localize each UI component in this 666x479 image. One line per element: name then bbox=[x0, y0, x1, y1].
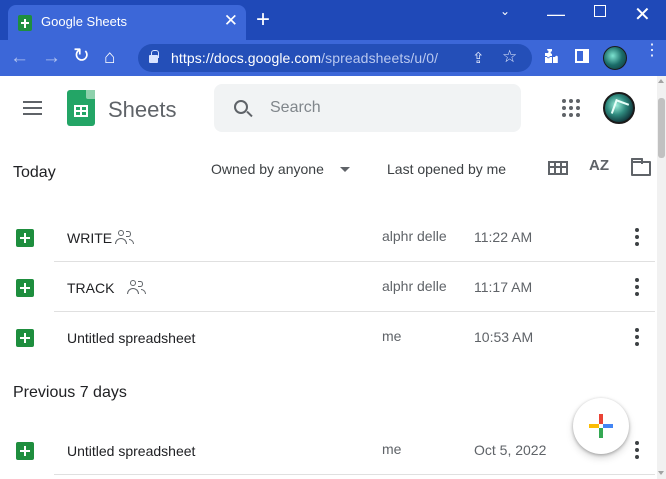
sheets-favicon-icon bbox=[18, 15, 32, 31]
file-row[interactable]: WRITE alphr delle 11:22 AM bbox=[0, 212, 655, 262]
more-options-icon[interactable] bbox=[635, 228, 639, 246]
file-row[interactable]: Untitled spreadsheet me Oct 5, 2022 bbox=[0, 425, 655, 475]
lock-icon[interactable] bbox=[148, 50, 159, 64]
search-icon[interactable] bbox=[234, 100, 248, 114]
home-icon[interactable]: ⌂ bbox=[104, 48, 115, 67]
file-name[interactable]: Untitled spreadsheet bbox=[67, 443, 195, 459]
minimize-button[interactable]: — bbox=[547, 4, 565, 25]
file-time: 11:22 AM bbox=[474, 229, 533, 245]
main-menu-icon[interactable] bbox=[23, 101, 42, 115]
maximize-button[interactable] bbox=[594, 5, 606, 17]
file-time: 11:17 AM bbox=[474, 279, 533, 295]
side-panel-icon[interactable] bbox=[575, 49, 589, 63]
reload-icon[interactable]: ↻ bbox=[73, 46, 90, 66]
browser-profile-avatar[interactable] bbox=[603, 46, 627, 70]
share-icon[interactable]: ⇪ bbox=[472, 49, 485, 67]
grid-view-icon[interactable] bbox=[548, 161, 568, 175]
file-owner: alphr delle bbox=[382, 228, 447, 244]
owner-filter-dropdown[interactable]: Owned by anyone bbox=[211, 161, 324, 177]
more-options-icon[interactable] bbox=[635, 328, 639, 346]
file-name[interactable]: TRACK bbox=[67, 280, 114, 296]
file-name[interactable]: Untitled spreadsheet bbox=[67, 330, 195, 346]
file-time: 10:53 AM bbox=[474, 329, 534, 345]
file-owner: me bbox=[382, 328, 402, 344]
sort-dropdown[interactable]: Last opened by me bbox=[387, 161, 506, 177]
bookmark-star-icon[interactable]: ☆ bbox=[502, 47, 517, 67]
browser-titlebar: Google Sheets ✕ + ⌄ — ✕ bbox=[0, 0, 666, 40]
google-apps-icon[interactable] bbox=[562, 99, 580, 117]
sort-az-icon[interactable]: AZ bbox=[589, 157, 609, 174]
file-time: Oct 5, 2022 bbox=[474, 442, 547, 458]
back-arrow-icon[interactable]: ← bbox=[10, 48, 29, 67]
scroll-down-arrow-icon[interactable] bbox=[658, 471, 664, 475]
tab-close-icon[interactable]: ✕ bbox=[224, 11, 238, 31]
account-avatar[interactable] bbox=[603, 92, 635, 124]
spreadsheet-icon bbox=[16, 229, 34, 247]
spreadsheet-icon bbox=[16, 329, 34, 347]
url-text[interactable]: https://docs.google.com/spreadsheets/u/0… bbox=[171, 50, 438, 66]
chrome-menu-icon[interactable]: ⋮ bbox=[644, 43, 660, 59]
url-path: /spreadsheets/u/0/ bbox=[321, 50, 439, 66]
app-header: Sheets bbox=[0, 76, 666, 144]
plus-icon bbox=[599, 414, 603, 424]
file-name[interactable]: WRITE bbox=[67, 230, 112, 246]
file-row[interactable]: Untitled spreadsheet me 10:53 AM bbox=[0, 312, 655, 362]
new-spreadsheet-button[interactable] bbox=[573, 398, 629, 454]
row-divider bbox=[54, 474, 655, 475]
file-owner: alphr delle bbox=[382, 278, 447, 294]
scrollbar-thumb[interactable] bbox=[658, 98, 665, 158]
filter-row: Today Owned by anyone Last opened by me … bbox=[0, 144, 660, 200]
forward-arrow-icon[interactable]: → bbox=[42, 48, 61, 67]
section-heading-previous-7-days: Previous 7 days bbox=[13, 384, 127, 401]
address-bar[interactable]: https://docs.google.com/spreadsheets/u/0… bbox=[138, 44, 532, 72]
caret-down-icon[interactable] bbox=[340, 167, 350, 172]
browser-tab[interactable]: Google Sheets ✕ bbox=[8, 5, 246, 40]
tab-search-icon[interactable]: ⌄ bbox=[500, 4, 510, 18]
folder-picker-icon[interactable] bbox=[631, 158, 651, 176]
shared-people-icon bbox=[127, 279, 147, 295]
search-box[interactable] bbox=[214, 84, 521, 132]
file-owner: me bbox=[382, 441, 402, 457]
browser-toolbar: ← → ↻ ⌂ https://docs.google.com/spreadsh… bbox=[0, 40, 666, 76]
file-row[interactable]: TRACK alphr delle 11:17 AM bbox=[0, 262, 655, 312]
spreadsheet-icon bbox=[16, 442, 34, 460]
url-domain: https://docs.google.com bbox=[171, 50, 322, 66]
search-input[interactable] bbox=[270, 98, 500, 118]
spreadsheet-icon bbox=[16, 279, 34, 297]
new-tab-button[interactable]: + bbox=[256, 8, 270, 32]
tab-title: Google Sheets bbox=[41, 14, 128, 29]
scroll-up-arrow-icon[interactable] bbox=[658, 79, 664, 83]
more-options-icon[interactable] bbox=[635, 278, 639, 296]
close-window-button[interactable]: ✕ bbox=[634, 2, 651, 27]
app-title[interactable]: Sheets bbox=[108, 97, 177, 123]
sheets-logo-icon[interactable] bbox=[67, 90, 95, 126]
more-options-icon[interactable] bbox=[635, 441, 639, 459]
section-heading-today: Today bbox=[13, 164, 56, 181]
screen: Google Sheets ✕ + ⌄ — ✕ ← → ↻ ⌂ https://… bbox=[0, 0, 666, 479]
shared-people-icon bbox=[115, 229, 135, 245]
extensions-puzzle-icon[interactable] bbox=[543, 48, 559, 64]
